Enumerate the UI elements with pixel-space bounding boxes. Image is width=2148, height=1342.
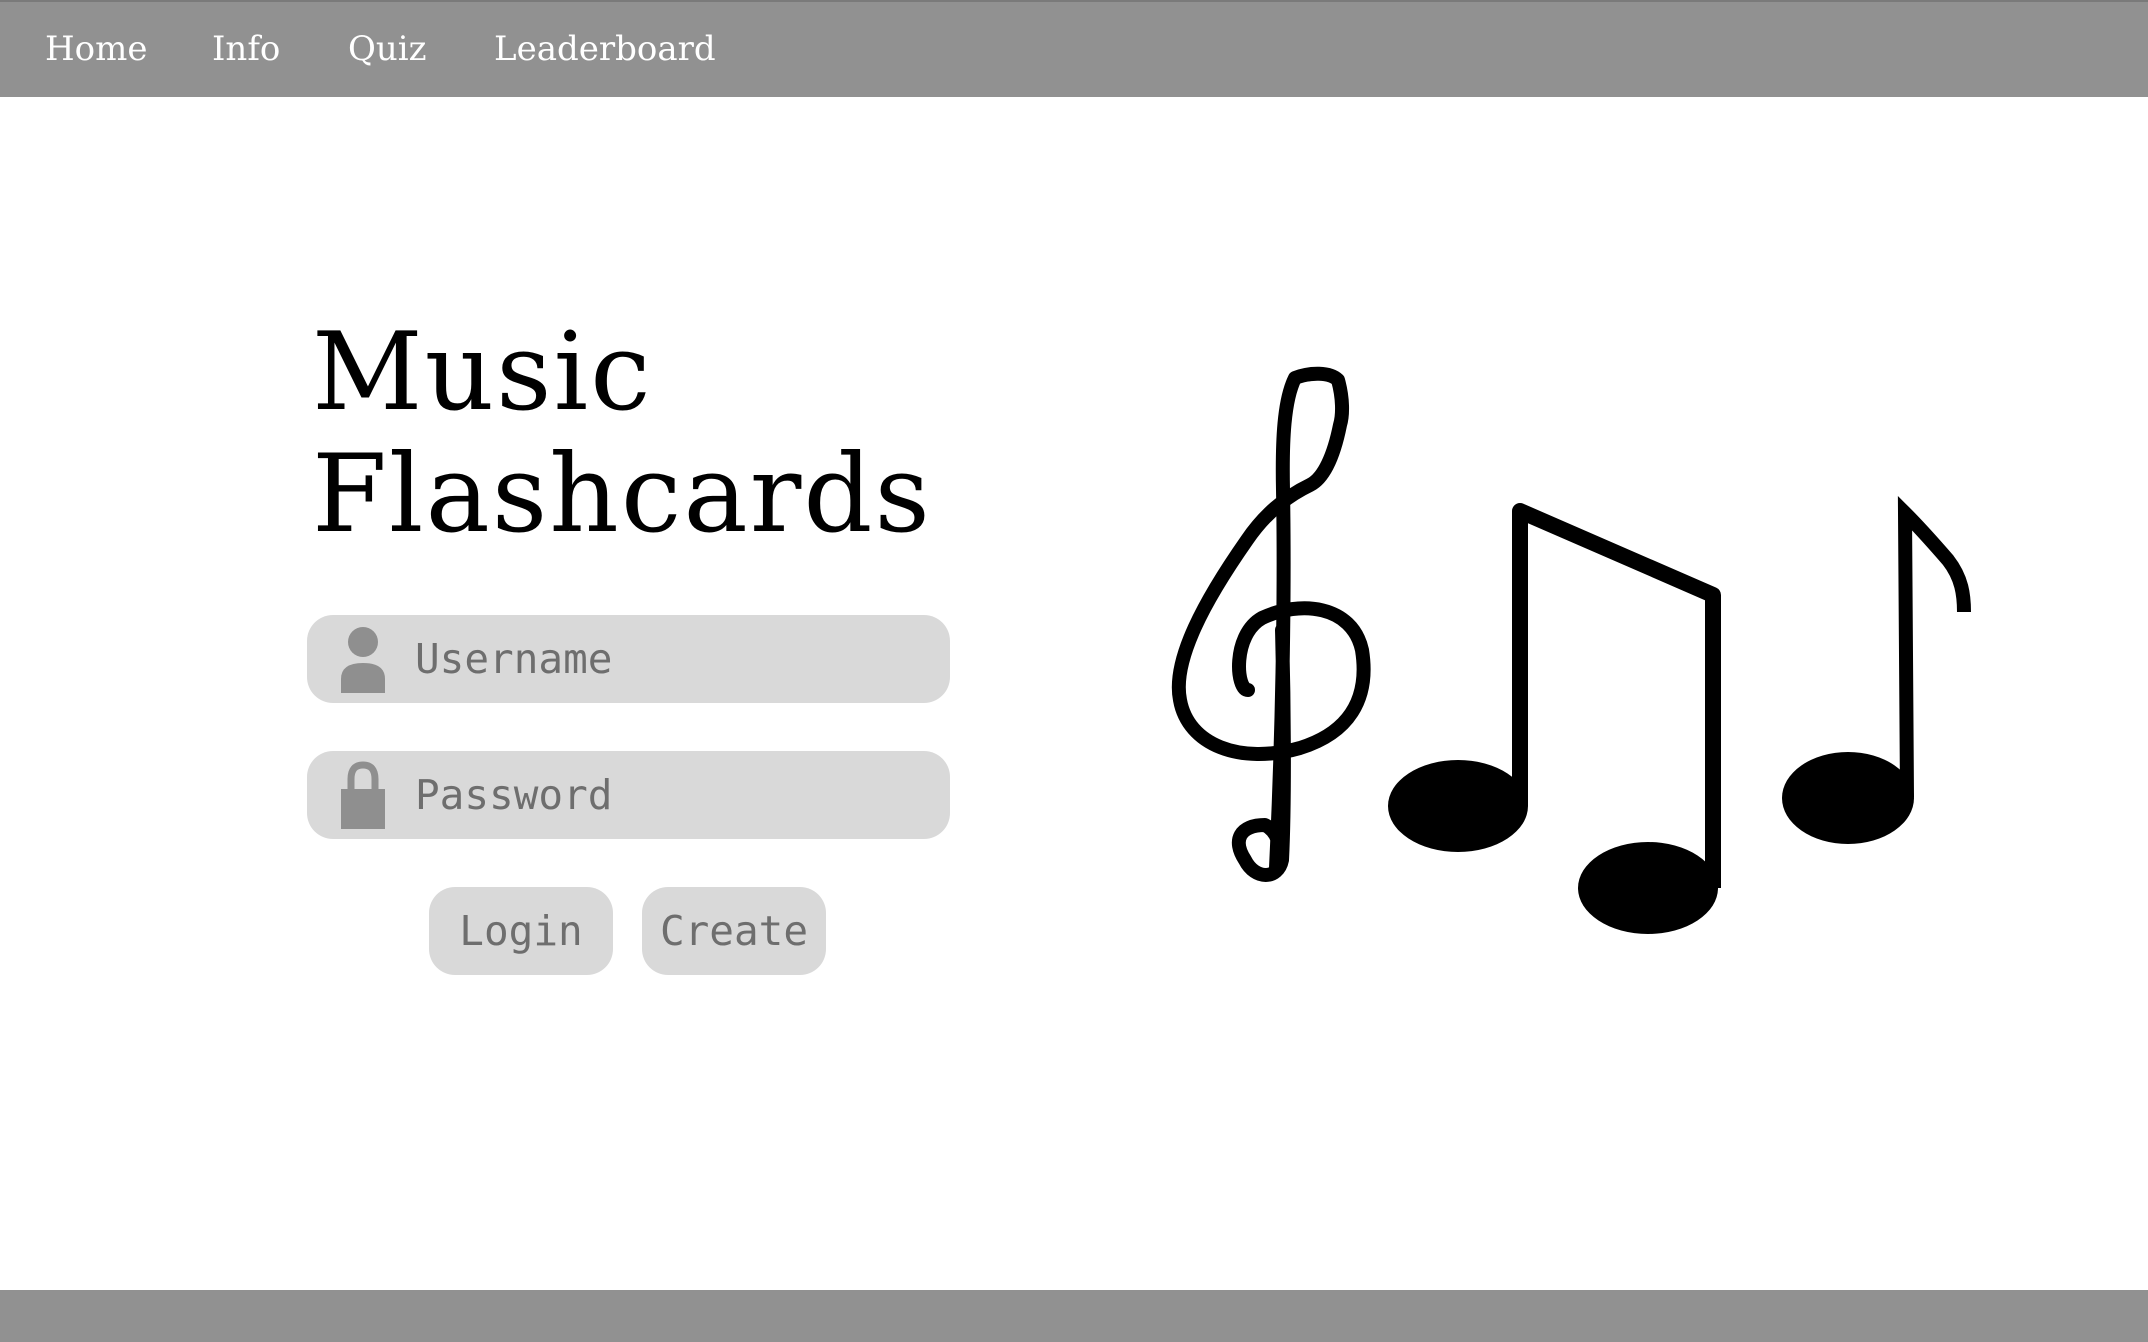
- music-notes-illustration: [1171, 366, 1971, 934]
- nav-info-link[interactable]: Info: [212, 29, 280, 69]
- user-icon: [341, 627, 385, 693]
- lock-icon: [341, 761, 385, 829]
- nav-home-link[interactable]: Home: [45, 29, 147, 69]
- page-title-line-2: Flashcards: [312, 432, 932, 557]
- create-button[interactable]: Create: [642, 887, 826, 975]
- username-input[interactable]: [415, 615, 915, 703]
- footer-bar: [0, 1290, 2148, 1342]
- password-field[interactable]: [307, 751, 950, 839]
- nav-quiz-link[interactable]: Quiz: [348, 29, 427, 69]
- page-title-line-1: Music: [312, 310, 653, 435]
- password-input[interactable]: [415, 751, 915, 839]
- treble-clef-icon: [1171, 366, 1371, 882]
- top-navigation-bar: Home Info Quiz Leaderboard: [0, 0, 2148, 97]
- beamed-eighth-notes-icon: [1388, 503, 1721, 934]
- page-title: Music Flashcards: [312, 312, 932, 556]
- nav-leaderboard-link[interactable]: Leaderboard: [494, 29, 716, 69]
- eighth-note-icon: [1782, 495, 1971, 844]
- username-field[interactable]: [307, 615, 950, 703]
- login-button[interactable]: Login: [429, 887, 613, 975]
